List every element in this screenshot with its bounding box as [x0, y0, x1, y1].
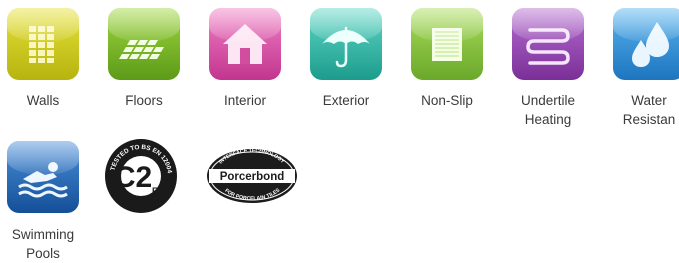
water-resistant-tile [613, 8, 679, 80]
water-drops-icon [632, 22, 669, 67]
swimming-pools-tile [7, 141, 79, 213]
undertile-heating-label: Undertile Heating [520, 93, 576, 127]
exterior-label: Exterior [322, 93, 370, 108]
floors-tile [108, 8, 180, 80]
c2ft-main-text: C2 [114, 161, 152, 194]
exterior-tile [310, 8, 382, 80]
house-icon [223, 24, 267, 64]
umbrella-icon [322, 26, 370, 68]
porcerbond-name: Porcerbond [220, 171, 285, 183]
swimmer-icon [18, 162, 68, 198]
walls-tile [7, 8, 79, 80]
textured-tile-icon [432, 28, 462, 61]
interior-label: Interior [223, 93, 267, 108]
c2ft-certification-badge: TESTED TO BS EN 12004 C2 FT [104, 138, 178, 214]
floors-label: Floors [125, 93, 163, 108]
brick-grid-icon [29, 26, 54, 63]
walls-label: Walls [26, 93, 60, 108]
undertile-heating-tile [512, 8, 584, 80]
porcerbond-badge: INTERFACE TECHNOLOGY Porcerbond FOR PORC… [206, 148, 298, 204]
water-resistant-label: Water Resistan [622, 93, 676, 127]
non-slip-label: Non-Slip [421, 93, 473, 108]
floor-tiles-icon [119, 40, 164, 59]
heating-coil-icon [526, 28, 570, 65]
c2ft-sub-text: FT [152, 186, 163, 196]
swimming-pools-label: Swimming Pools [11, 227, 75, 261]
interior-tile [209, 8, 281, 80]
non-slip-tile [411, 8, 483, 80]
